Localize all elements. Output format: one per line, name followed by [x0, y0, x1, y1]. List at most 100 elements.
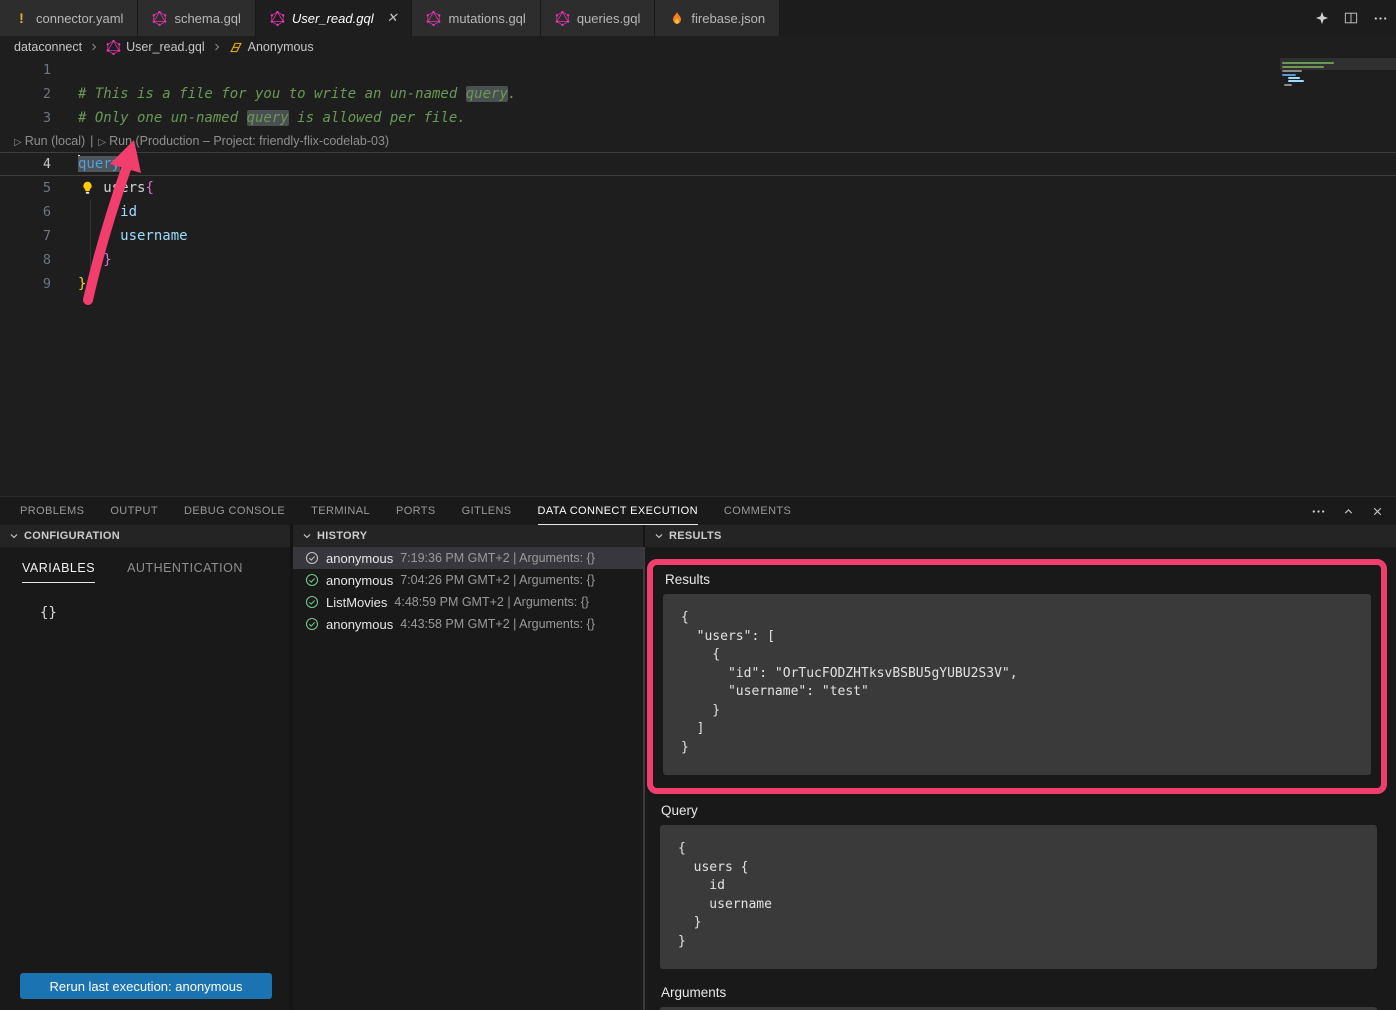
code-text [64, 58, 78, 82]
code-text: username [64, 224, 188, 248]
minimap-mark [1288, 77, 1300, 79]
tab-label: firebase.json [691, 11, 765, 26]
line-number: 6 [0, 200, 64, 224]
minimap-mark [1282, 70, 1302, 72]
code-line-7[interactable]: 7 username [0, 224, 1396, 248]
panel-tab-comments[interactable]: COMMENTS [724, 497, 791, 525]
line-number: 3 [0, 106, 64, 130]
graphql-icon [106, 40, 121, 55]
config-tab-authentication[interactable]: AUTHENTICATION [127, 561, 243, 583]
history-section-header[interactable]: HISTORY [293, 525, 645, 547]
history-item[interactable]: anonymous 7:04:26 PM GMT+2 | Arguments: {… [293, 569, 643, 591]
code-line-6[interactable]: 6 id [0, 200, 1396, 224]
tab-label: User_read.gql [292, 11, 374, 26]
close-icon[interactable]: ✕ [387, 10, 398, 26]
line-number: 5 [0, 176, 64, 200]
tab-mutations-gql[interactable]: mutations.gql [412, 0, 540, 36]
more-actions-icon[interactable] [1373, 11, 1388, 26]
history-item[interactable]: anonymous7:19:36 PM GMT+2 | Arguments: {… [293, 547, 643, 569]
code-line-5[interactable]: 5 users{ [0, 176, 1396, 200]
results-json-block: { "users": [ { "id": "OrTucFODZHTksvBSBU… [663, 594, 1371, 775]
editor-tab-bar: ! connector.yaml schema.gql User_read.gql ✕ m… [0, 0, 1396, 36]
arguments-label: Arguments [661, 985, 1396, 1000]
query-code: { users { id username } } [678, 840, 1359, 951]
codelens: ▷Run (local)|▷Run (Production – Project:… [0, 130, 1396, 152]
close-panel-icon[interactable] [1371, 505, 1384, 518]
graphql-icon [555, 11, 570, 26]
panel-tab-debug-console[interactable]: DEBUG CONSOLE [184, 497, 285, 525]
configuration-title: CONFIGURATION [24, 530, 120, 542]
configuration-section-header[interactable]: CONFIGURATION [0, 525, 293, 547]
check-circle-icon [305, 573, 319, 587]
panel-more-actions-icon[interactable] [1311, 504, 1326, 519]
tab-schema-gql[interactable]: schema.gql [138, 0, 255, 36]
panel-tab-problems[interactable]: PROBLEMS [20, 497, 84, 525]
panel-tab-output[interactable]: OUTPUT [110, 497, 158, 525]
line-number: 8 [0, 248, 64, 272]
code-line-1[interactable]: 1 [0, 58, 1396, 82]
results-json: { "users": [ { "id": "OrTucFODZHTksvBSBU… [681, 609, 1353, 757]
configuration-panel: VARIABLES AUTHENTICATION {} Rerun last ex… [0, 547, 293, 1010]
indent-guide [90, 248, 91, 296]
execution-name: ListMovies [326, 595, 387, 610]
code-editor[interactable]: 12# This is a file for you to write an u… [0, 58, 1396, 496]
query-block: { users { id username } } [660, 825, 1377, 969]
breadcrumb-item-dataconnect[interactable]: dataconnect [14, 40, 82, 54]
history-panel: anonymous7:19:36 PM GMT+2 | Arguments: {… [293, 547, 645, 1010]
chevron-right-icon [211, 41, 223, 53]
copilot-icon[interactable] [1315, 11, 1329, 25]
results-title: RESULTS [669, 530, 722, 542]
code-line-2[interactable]: 2# This is a file for you to write an un… [0, 82, 1396, 106]
minimap-mark [1282, 62, 1334, 64]
split-editor-icon[interactable] [1344, 11, 1358, 25]
run-local-link[interactable]: Run (local) [25, 134, 85, 148]
variables-value[interactable]: {} [40, 605, 290, 621]
execution-name: anonymous [326, 617, 393, 632]
code-text: id [64, 200, 137, 224]
run-production-link[interactable]: Run (Production – Project: friendly-flix… [109, 134, 389, 148]
code-line-3[interactable]: 3# Only one un-named query is allowed pe… [0, 106, 1396, 130]
history-item[interactable]: ListMovies 4:48:59 PM GMT+2 | Arguments: … [293, 591, 643, 613]
tab-label: queries.gql [577, 11, 641, 26]
vscode-window: ! connector.yaml schema.gql User_read.gql ✕ m… [0, 0, 1396, 1010]
tab-firebase-json[interactable]: firebase.json [655, 0, 780, 36]
chevron-down-icon [8, 530, 20, 542]
tab-user_read-gql[interactable]: User_read.gql ✕ [256, 0, 413, 36]
panel-tab-gitlens[interactable]: GITLENS [462, 497, 512, 525]
code-line-8[interactable]: 8 } [0, 248, 1396, 272]
panel-tab-data-connect-execution[interactable]: DATA CONNECT EXECUTION [538, 497, 698, 525]
maximize-panel-icon[interactable] [1342, 505, 1355, 518]
config-tab-variables[interactable]: VARIABLES [22, 561, 95, 583]
code-text: # Only one un-named query is allowed per… [64, 106, 466, 130]
check-circle-icon [305, 551, 319, 565]
panel-tab-ports[interactable]: PORTS [396, 497, 436, 525]
line-number: 4 [0, 152, 64, 176]
warning-icon: ! [14, 10, 29, 26]
code-text: query { [64, 152, 137, 176]
operation-icon [229, 41, 243, 54]
tab-label: connector.yaml [36, 11, 123, 26]
execution-meta: 4:48:59 PM GMT+2 | Arguments: {} [394, 595, 589, 609]
tab-queries-gql[interactable]: queries.gql [541, 0, 656, 36]
rerun-button[interactable]: Rerun last execution: anonymous [20, 973, 272, 999]
breadcrumb-label: Anonymous [248, 40, 314, 54]
code-line-9[interactable]: 9} [0, 272, 1396, 296]
codelens-separator: | [90, 134, 93, 148]
flame-icon [669, 11, 684, 25]
history-item[interactable]: anonymous4:43:58 PM GMT+2 | Arguments: {… [293, 613, 643, 635]
breadcrumb: dataconnect User_read.gql Anonymous [0, 36, 1396, 58]
lightbulb-icon[interactable] [81, 181, 94, 195]
chevron-down-icon [653, 530, 665, 542]
panel-tab-terminal[interactable]: TERMINAL [311, 497, 370, 525]
execution-meta: 7:04:26 PM GMT+2 | Arguments: {} [400, 573, 595, 587]
code-line-4[interactable]: 4query { [0, 152, 1396, 176]
results-section-header[interactable]: RESULTS [645, 525, 1396, 547]
minimap[interactable] [1280, 58, 1396, 70]
query-label: Query [661, 803, 1396, 818]
breadcrumb-item-anonymous[interactable]: Anonymous [229, 40, 314, 54]
execution-name: anonymous [326, 573, 393, 588]
check-circle-icon [305, 595, 319, 609]
minimap-mark [1284, 84, 1292, 86]
breadcrumb-item-user_read-gql[interactable]: User_read.gql [106, 40, 205, 55]
tab-connector-yaml[interactable]: ! connector.yaml [0, 0, 138, 36]
